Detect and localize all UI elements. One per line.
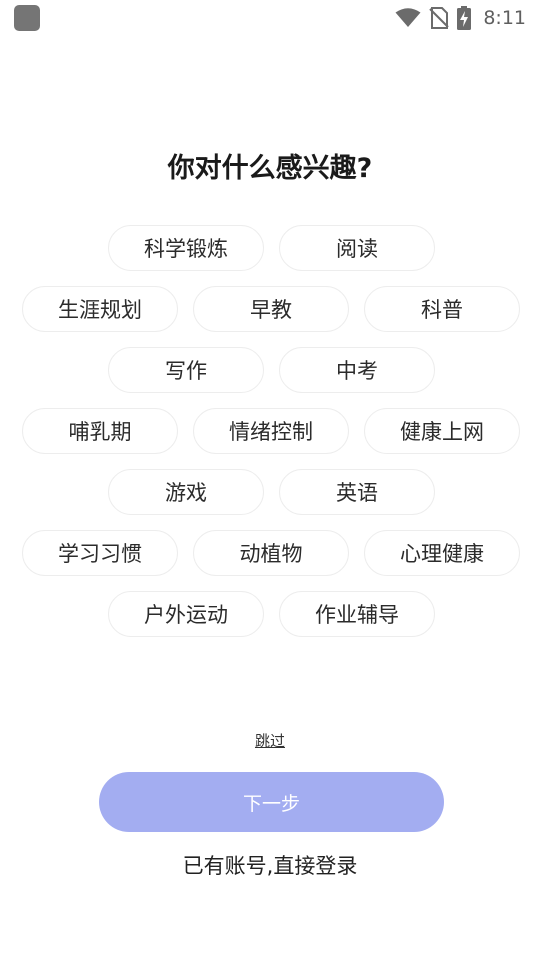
page-title: 你对什么感兴趣? [167, 153, 373, 184]
interest-chip[interactable]: 早教 [193, 286, 349, 332]
interest-chip[interactable]: 科学锻炼 [108, 225, 264, 271]
status-bar: 8:11 [0, 0, 540, 36]
interest-chip[interactable]: 英语 [279, 469, 435, 515]
app-notification-icon [14, 5, 40, 31]
battery-charging-icon [457, 6, 472, 30]
skip-link[interactable]: 跳过 [0, 730, 540, 751]
interest-chip[interactable]: 生涯规划 [22, 286, 178, 332]
no-sim-icon [429, 7, 450, 29]
status-time: 8:11 [483, 7, 526, 29]
interest-chip[interactable]: 学习习惯 [22, 530, 178, 576]
interest-chip[interactable]: 作业辅导 [279, 591, 435, 637]
wifi-icon [395, 8, 421, 28]
interest-chip[interactable]: 健康上网 [364, 408, 520, 454]
status-icons: 8:11 [395, 5, 526, 31]
interest-chip[interactable]: 写作 [108, 347, 264, 393]
next-step-button[interactable]: 下一步 [99, 772, 444, 832]
interest-chip[interactable]: 户外运动 [108, 591, 264, 637]
interest-chip[interactable]: 游戏 [108, 469, 264, 515]
login-link[interactable]: 已有账号,直接登录 [0, 850, 540, 880]
interest-chip[interactable]: 阅读 [279, 225, 435, 271]
interest-chip[interactable]: 心理健康 [364, 530, 520, 576]
interest-chip[interactable]: 哺乳期 [22, 408, 178, 454]
interest-chip[interactable]: 动植物 [193, 530, 349, 576]
interest-chip[interactable]: 科普 [364, 286, 520, 332]
interest-chip[interactable]: 中考 [279, 347, 435, 393]
interest-chip[interactable]: 情绪控制 [193, 408, 349, 454]
